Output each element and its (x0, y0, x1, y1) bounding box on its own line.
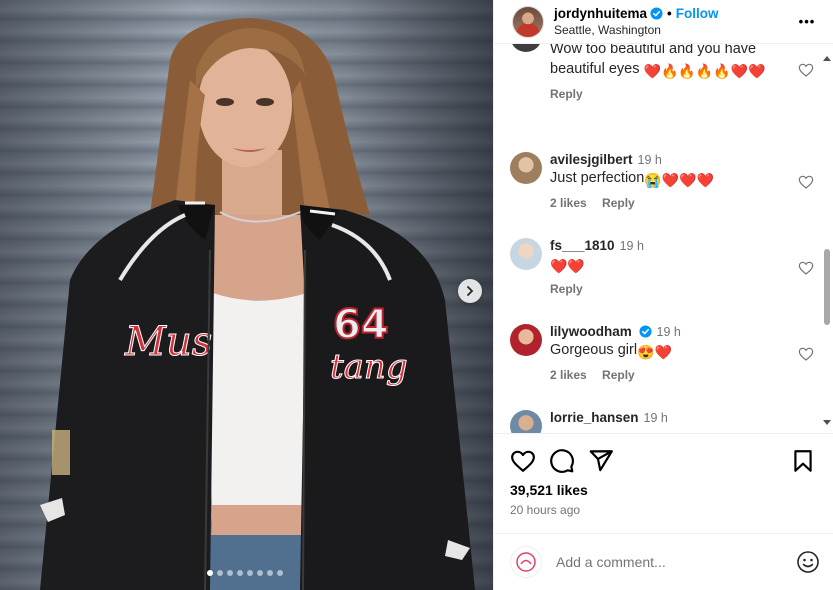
post-timestamp[interactable]: 20 hours ago (510, 503, 580, 517)
comment-time: 19 h (619, 239, 644, 253)
comments-scrollbar[interactable] (821, 44, 833, 433)
carousel-dot (247, 570, 253, 576)
more-options-button[interactable]: ••• (795, 10, 819, 34)
scroll-up-arrow-icon[interactable] (823, 56, 831, 61)
emoji-group: ❤️🔥🔥🔥🔥❤️❤️ (643, 63, 766, 79)
scrollbar-thumb[interactable] (824, 249, 830, 325)
like-comment-heart-icon[interactable] (798, 346, 814, 362)
author-username[interactable]: jordynhuitema (554, 6, 647, 21)
like-comment-heart-icon[interactable] (798, 260, 814, 276)
svg-text:tang: tang (330, 347, 408, 387)
author-avatar[interactable] (512, 5, 544, 38)
svg-text:64: 64 (333, 302, 389, 348)
comment-time: 19 h (643, 411, 668, 425)
reply-button[interactable]: Reply (602, 196, 635, 210)
commenter-avatar[interactable] (510, 44, 542, 52)
comment-text: ❤️❤️ (550, 254, 770, 276)
comment-item: lilywoodham 19 h Gorgeous girl😍❤️ 2 like… (510, 324, 814, 382)
emoji-picker-icon[interactable] (796, 550, 820, 574)
carousel-indicator (207, 570, 283, 576)
carousel-dot (217, 570, 223, 576)
comments-list[interactable]: Wow too beautiful and you have beautiful… (494, 44, 820, 433)
like-heart-icon[interactable] (510, 448, 536, 474)
follow-button[interactable]: Follow (676, 6, 719, 21)
comment-item: Wow too beautiful and you have beautiful… (510, 44, 814, 101)
likes-count[interactable]: 39,521 likes (510, 482, 588, 498)
commenter-username[interactable]: avilesjgilbert (550, 152, 633, 167)
brand-logo-icon (516, 552, 536, 572)
save-bookmark-icon[interactable] (790, 448, 816, 474)
author-info: jordynhuitema • Follow Seattle, Washingt… (554, 6, 795, 37)
comment-time: 19 h (637, 153, 662, 167)
photo-subject: Mus tang 64 (40, 18, 475, 590)
commenter-username[interactable]: lilywoodham (550, 324, 632, 339)
reply-button[interactable]: Reply (550, 87, 583, 101)
commenter-username[interactable]: lorrie_hansen (550, 410, 639, 425)
next-photo-button[interactable] (458, 279, 482, 303)
more-options-icon: ••• (798, 14, 816, 29)
comment-text: Wow too beautiful and you have beautiful… (550, 44, 766, 79)
comment-text: Gorgeous girl😍❤️ (550, 342, 672, 360)
post-header: jordynhuitema • Follow Seattle, Washingt… (494, 0, 833, 44)
post-location[interactable]: Seattle, Washington (554, 23, 795, 37)
share-paper-plane-icon[interactable] (588, 448, 614, 474)
comment-text: Just perfection😭❤️❤️❤️ (550, 170, 715, 188)
comment-item: avilesjgilbert 19 h Just perfection😭❤️❤️❤… (510, 152, 814, 210)
verified-badge-icon (650, 7, 663, 20)
post-side-panel: jordynhuitema • Follow Seattle, Washingt… (493, 0, 833, 590)
carousel-dot (277, 570, 283, 576)
scroll-down-arrow-icon[interactable] (823, 420, 831, 425)
post-actions: 39,521 likes 20 hours ago (494, 433, 833, 533)
jacket-script: Mus (124, 319, 212, 365)
carousel-dot (237, 570, 243, 576)
commenter-avatar[interactable] (510, 324, 542, 356)
current-user-avatar (510, 546, 542, 578)
reply-button[interactable]: Reply (550, 282, 583, 296)
add-comment-bar (494, 533, 833, 590)
carousel-dot (267, 570, 273, 576)
comment-likes[interactable]: 2 likes (550, 368, 587, 382)
comment-likes[interactable]: 2 likes (550, 196, 587, 210)
carousel-dot (227, 570, 233, 576)
emoji-group: ❤️❤️ (550, 258, 585, 274)
add-comment-input[interactable] (556, 554, 796, 570)
emoji-group: 😍❤️ (637, 344, 672, 360)
like-comment-heart-icon[interactable] (798, 62, 814, 78)
carousel-dot (207, 570, 213, 576)
header-separator: • (667, 6, 672, 21)
commenter-username[interactable]: fs___1810 (550, 238, 615, 253)
commenter-avatar[interactable] (510, 238, 542, 270)
comment-item: fs___1810 19 h ❤️❤️ Reply (510, 238, 814, 296)
carousel-dot (257, 570, 263, 576)
emoji-group: 😭❤️❤️❤️ (644, 172, 715, 188)
comment-time: 19 h (656, 325, 681, 339)
commenter-avatar[interactable] (510, 152, 542, 184)
like-comment-heart-icon[interactable] (798, 174, 814, 190)
comment-bubble-icon[interactable] (549, 448, 575, 474)
verified-badge-icon (638, 325, 652, 338)
comment-item: lorrie_hansen 19 h (510, 410, 814, 433)
commenter-avatar[interactable] (510, 410, 542, 433)
post-photo[interactable]: Mus tang 64 (0, 0, 493, 590)
reply-button[interactable]: Reply (602, 368, 635, 382)
chevron-right-icon (467, 286, 474, 296)
